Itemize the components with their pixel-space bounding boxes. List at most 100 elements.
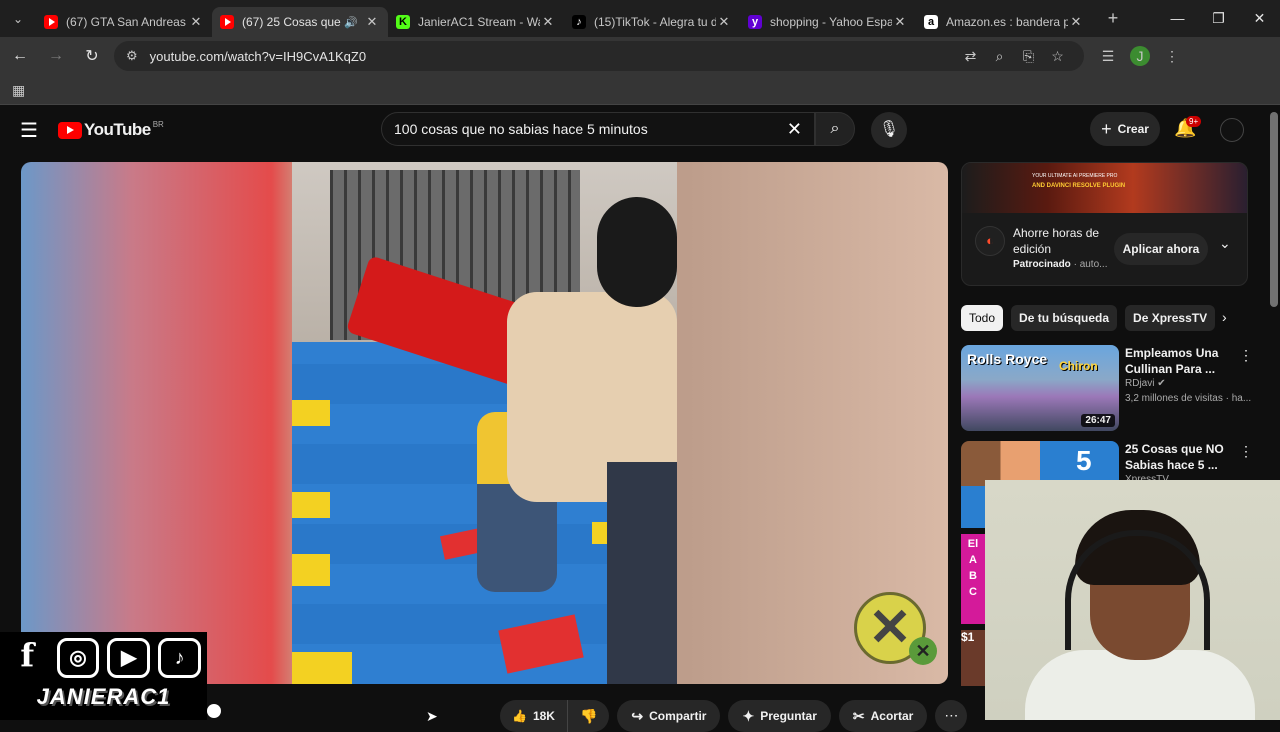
reload-icon[interactable]: ↻ — [76, 46, 108, 66]
video-thumbnail[interactable]: Rolls Royce Chiron 26:47 — [961, 345, 1119, 431]
video-title[interactable]: Empleamos Una Cullinan Para ... — [1125, 345, 1225, 377]
tab-search-dropdown[interactable]: ⌄ — [0, 0, 36, 37]
video-title[interactable]: 25 Cosas que NO Sabias hace 5 ... — [1125, 441, 1225, 473]
forward-icon[interactable]: → — [40, 47, 72, 65]
chip-all[interactable]: Todo — [961, 305, 1004, 331]
ad-sponsored-label: Patrocinado — [1013, 259, 1071, 270]
tab-amazon[interactable]: a Amazon.es : bandera p ✕ — [916, 7, 1092, 37]
close-icon[interactable]: ✕ — [1068, 14, 1084, 30]
tab-tiktok[interactable]: ♪ (15)TikTok - Alegra tu d ✕ — [564, 7, 740, 37]
create-label: Crear — [1117, 122, 1149, 136]
thumbnail-text: A — [969, 554, 977, 566]
video-thumbnail[interactable]: El A B C — [961, 534, 985, 624]
chevron-down-icon[interactable]: ⌄ — [1219, 235, 1231, 252]
translate-icon[interactable]: ⇄ — [956, 48, 985, 65]
site-info-icon[interactable]: ⚙ — [126, 48, 138, 64]
profile-avatar[interactable]: J — [1130, 46, 1150, 66]
dislike-button[interactable]: 👎 — [568, 700, 609, 732]
plus-icon: + — [1101, 118, 1112, 139]
zoom-icon[interactable]: ⌕ — [985, 48, 1014, 65]
ad-banner: YOUR ULTIMATE AI PREMIERE PRO AND DAVINC… — [962, 163, 1247, 213]
clip-button[interactable]: ✂ Acortar — [838, 700, 928, 732]
tab-25-cosas[interactable]: (67) 25 Cosas que N 🔊 ✕ — [212, 7, 388, 37]
create-button[interactable]: + Crear — [1090, 112, 1160, 146]
ask-button[interactable]: ✦ Preguntar — [728, 700, 831, 732]
youtube-icon — [220, 15, 234, 29]
close-window-icon[interactable]: ✕ — [1239, 0, 1280, 37]
voice-search-button[interactable]: 🎙 — [871, 112, 907, 148]
speaker-icon[interactable]: 🔊 — [344, 16, 358, 29]
duration-badge: 26:47 — [1081, 414, 1115, 427]
thumbs-down-icon: 👎 — [579, 707, 598, 724]
more-options-icon[interactable]: ⋮ — [1239, 443, 1253, 460]
url-field[interactable]: ⚙ youtube.com/watch?v=IH9CvA1KqZ0 ⇄ ⌕ ⎘ … — [114, 41, 1084, 71]
install-app-icon[interactable]: ⎘ — [1014, 48, 1043, 65]
clear-search-icon[interactable]: ✕ — [787, 119, 802, 140]
video-thumbnail[interactable] — [961, 486, 985, 528]
more-actions-button[interactable]: ⋯ — [935, 700, 968, 732]
restore-icon[interactable]: ❐ — [1198, 0, 1239, 37]
channel-name[interactable]: RDjavi ✔ — [1125, 378, 1166, 389]
ad-cta-button[interactable]: Aplicar ahora — [1114, 233, 1208, 265]
sponsored-ad-card[interactable]: YOUR ULTIMATE AI PREMIERE PRO AND DAVINC… — [961, 162, 1248, 286]
facebook-icon: f — [20, 636, 35, 674]
close-icon[interactable]: ✕ — [364, 14, 380, 30]
instagram-icon: ◎ — [56, 638, 100, 678]
window-controls: — ❐ ✕ — [1157, 0, 1280, 37]
search-query-text: 100 cosas que no sabias hace 5 minutos — [394, 121, 648, 137]
tab-label: (67) GTA San Andreas T — [66, 15, 188, 29]
browser-tab-strip: ⌄ (67) GTA San Andreas T ✕ (67) 25 Cosas… — [0, 0, 1280, 37]
close-icon[interactable]: ✕ — [716, 14, 732, 30]
thumbs-up-icon: 👍 — [512, 709, 527, 723]
new-tab-button[interactable]: + — [1098, 8, 1128, 29]
youtube-logo[interactable]: YouTube BR — [58, 120, 164, 140]
thumbnail-text: $1 — [961, 630, 975, 644]
back-icon[interactable]: ← — [4, 47, 36, 65]
youtube-masthead: ☰ YouTube BR 100 cosas que no sabias hac… — [0, 106, 1280, 154]
youtube-icon: ▶ — [107, 638, 151, 678]
tab-kick-stream[interactable]: K JanierAC1 Stream - Wat ✕ — [388, 7, 564, 37]
video-thumbnail[interactable]: $1 — [961, 630, 985, 686]
minimize-icon[interactable]: — — [1157, 0, 1198, 37]
tab-gta[interactable]: (67) GTA San Andreas T ✕ — [36, 7, 212, 37]
more-options-icon[interactable]: ⋮ — [1239, 347, 1253, 364]
amazon-icon: a — [924, 15, 938, 29]
chip-from-channel[interactable]: De XpressTV — [1125, 305, 1216, 331]
ad-title: Ahorre horas de edición — [1013, 226, 1100, 256]
social-icons: f ◎ ▶ ♪ — [0, 632, 207, 678]
bookmark-star-icon[interactable]: ☆ — [1043, 48, 1072, 65]
like-count: 18K — [532, 709, 555, 723]
like-dislike-group: 👍 18K 👎 — [500, 700, 610, 732]
search-icon: ⌕ — [830, 120, 840, 137]
country-code: BR — [152, 120, 164, 129]
menu-icon[interactable]: ⋮ — [1156, 48, 1188, 65]
toolbar-right: ☰ J ⋮ — [1092, 46, 1188, 66]
close-icon[interactable]: ✕ — [892, 14, 908, 30]
related-filter-chips: Todo De tu búsqueda De XpressTV — [961, 305, 1216, 331]
share-button[interactable]: ↪ Compartir — [617, 700, 721, 732]
like-button[interactable]: 👍 18K — [500, 700, 568, 732]
search-input[interactable]: 100 cosas que no sabias hace 5 minutos ✕ — [381, 112, 815, 146]
notification-badge: 9+ — [1186, 116, 1202, 127]
page-scrollbar[interactable] — [1270, 112, 1278, 307]
tab-label: (15)TikTok - Alegra tu d — [594, 15, 716, 29]
hamburger-menu-icon[interactable]: ☰ — [20, 118, 38, 143]
recommendation-item[interactable]: Rolls Royce Chiron 26:47 Empleamos Una C… — [961, 345, 1253, 431]
floor-tile — [292, 492, 330, 518]
tab-yahoo[interactable]: y shopping - Yahoo Espa ✕ — [740, 7, 916, 37]
close-icon[interactable]: ✕ — [188, 14, 204, 30]
apps-grid-icon[interactable]: ▦ — [12, 82, 25, 99]
reading-list-icon[interactable]: ☰ — [1092, 48, 1124, 65]
video-meta: 3,2 millones de visitas · ha... — [1125, 393, 1252, 404]
search-button[interactable]: ⌕ — [815, 112, 855, 146]
share-icon: ↪ — [631, 707, 644, 724]
recommendation-thumbnails-partial[interactable]: El A B C $1 — [961, 486, 985, 686]
close-icon[interactable]: ✕ — [540, 14, 556, 30]
chevron-right-icon[interactable]: › — [1222, 309, 1227, 325]
channel-avatar[interactable] — [1220, 118, 1244, 142]
scrubber-handle[interactable] — [207, 704, 221, 718]
chip-from-search[interactable]: De tu búsqueda — [1011, 305, 1118, 331]
clip-label: Acortar — [870, 709, 914, 723]
adult-head — [597, 197, 677, 307]
video-player[interactable]: ✕ ✕ — [21, 162, 948, 684]
